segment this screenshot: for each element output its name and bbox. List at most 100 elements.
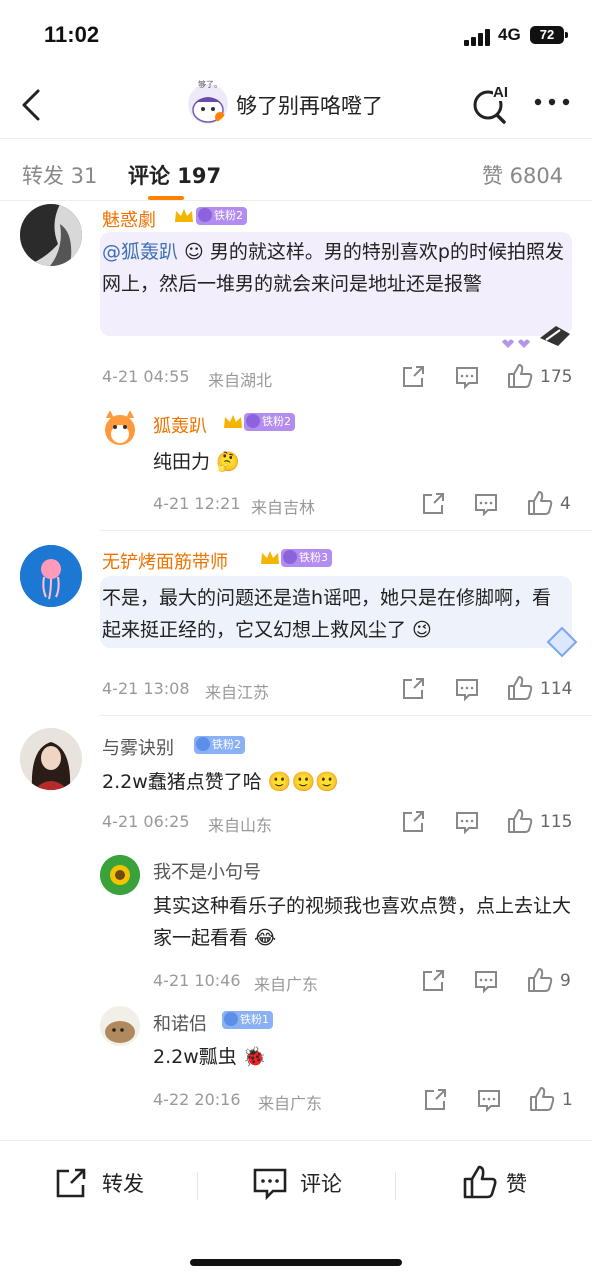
crown-icon [259,548,281,568]
comment-time: 4-21 04:55 [102,367,190,386]
crown-icon [222,412,244,432]
like-icon[interactable] [526,489,553,515]
fan-badge: 铁粉1 [222,1011,273,1029]
comment-icon[interactable] [454,364,480,390]
back-button[interactable] [18,88,48,122]
like-icon[interactable] [506,807,533,833]
reply-text: 2.2w瓢虫 🐞 [153,1046,267,1068]
comment-time: 4-21 13:08 [102,679,190,698]
avatar[interactable] [100,1006,140,1046]
comment-icon[interactable] [473,968,499,994]
reply-time: 4-21 10:46 [153,971,241,990]
fan-badge: 铁粉2 [244,413,295,431]
diamond-sticker [544,626,580,658]
signal-icon [464,28,494,46]
comment-username[interactable]: 魅惑劇 [102,206,156,232]
like-count: 114 [540,679,573,699]
more-icon [534,98,570,106]
comment-divider [100,715,592,716]
reply-location: 来自广东 [254,975,319,994]
avatar[interactable] [20,728,82,790]
ai-label: AI [493,84,508,101]
reply-time: 4-22 20:16 [153,1090,241,1109]
comment-divider [100,530,592,531]
reply-text: 纯田力 🤔 [153,451,240,473]
like-button[interactable]: 赞 [506,1168,527,1198]
share-icon[interactable] [400,364,426,390]
smile-emoji: ☺ [178,241,210,263]
share-icon[interactable] [420,491,446,517]
comment-location: 来自山东 [208,816,273,835]
like-icon[interactable] [528,1085,555,1111]
tab-repost[interactable]: 转发 31 [22,160,97,190]
like-icon[interactable] [462,1164,498,1200]
fan-badge: 铁粉2 [196,207,247,225]
status-time: 11:02 [44,22,100,47]
like-count: 1 [562,1090,573,1110]
network-type: 4G [498,25,521,44]
chevron-left-icon [22,89,40,121]
comment-text: 2.2w蠢猪点赞了哈 🙂🙂🙂 [102,771,339,793]
avatar[interactable] [20,204,82,266]
comment-icon[interactable] [252,1166,288,1201]
comment-text: @狐轰趴 ☺ 男的就这样。男的特别喜欢p的时候拍照发网上，然后一堆男的就会来问是… [102,241,564,295]
header-divider [0,138,592,139]
like-count: 9 [560,971,571,991]
comment-text: 不是，最大的问题还是造h谣吧，她只是在修脚啊，看起来挺正经的，它又幻想上救风尘了… [102,587,552,641]
comment-button[interactable]: 评论 [300,1168,342,1198]
decoration-sticker [500,320,572,350]
share-icon[interactable] [400,809,426,835]
tab-comments[interactable]: 评论 197 [128,160,221,190]
avatar[interactable] [100,855,140,895]
avatar[interactable] [20,545,82,607]
fan-badge: 铁粉2 [194,736,245,754]
bottom-separator [197,1172,198,1200]
tab-likes[interactable]: 赞 6804 [482,160,563,190]
title-avatar[interactable] [188,84,228,124]
reply-username[interactable]: 我不是小句号 [153,858,261,884]
share-icon[interactable] [400,676,426,702]
like-icon[interactable] [506,362,533,388]
like-count: 4 [560,494,571,514]
share-icon[interactable] [422,1087,448,1113]
like-icon[interactable] [506,674,533,700]
title-avatar-caption: 够了。 [198,80,222,89]
fan-badge: 铁粉3 [281,549,332,567]
thinking-emoji: 🤔 [210,451,240,473]
bottom-separator [395,1172,396,1200]
comment-icon[interactable] [454,676,480,702]
reply-location: 来自吉林 [251,498,316,517]
wink-emoji: 😉 [406,619,432,641]
reply-username[interactable]: 狐轰趴 [153,412,207,438]
repost-icon[interactable] [54,1166,88,1200]
avatar[interactable] [100,408,140,448]
more-button[interactable] [532,92,572,112]
share-icon[interactable] [420,968,446,994]
page-title: 够了别再咯噔了 [236,94,383,118]
crown-icon [173,206,195,226]
repost-button[interactable]: 转发 [102,1168,144,1198]
comment-location: 来自湖北 [208,371,273,390]
comment-time: 4-21 06:25 [102,812,190,831]
like-icon[interactable] [526,966,553,992]
ladybug-emoji: 🐞 [236,1046,267,1068]
ai-search-button[interactable]: AI [470,84,514,124]
reply-username[interactable]: 和诺侣 [153,1010,207,1036]
comment-username[interactable]: 无铲烤面筋带师 [102,548,228,574]
bottom-bar-divider [0,1140,592,1141]
tabs-divider [0,200,592,201]
reply-text: 其实这种看乐子的视频我也喜欢点赞，点上去让大家一起看看 😂 [153,895,572,949]
comment-icon[interactable] [476,1087,502,1113]
like-count: 175 [540,367,573,387]
laugh-cry-emoji: 😂 [248,927,277,949]
mention-link[interactable]: @狐轰趴 [102,241,178,263]
home-indicator [190,1259,402,1266]
comment-icon[interactable] [473,491,499,517]
reply-location: 来自广东 [258,1094,323,1113]
comment-icon[interactable] [454,809,480,835]
comment-location: 来自江苏 [205,683,270,702]
like-count: 115 [540,812,573,832]
comment-username[interactable]: 与雾诀别 [102,734,174,760]
smile-emoji: 🙂🙂🙂 [261,771,339,793]
battery-indicator: 72 [530,26,568,44]
